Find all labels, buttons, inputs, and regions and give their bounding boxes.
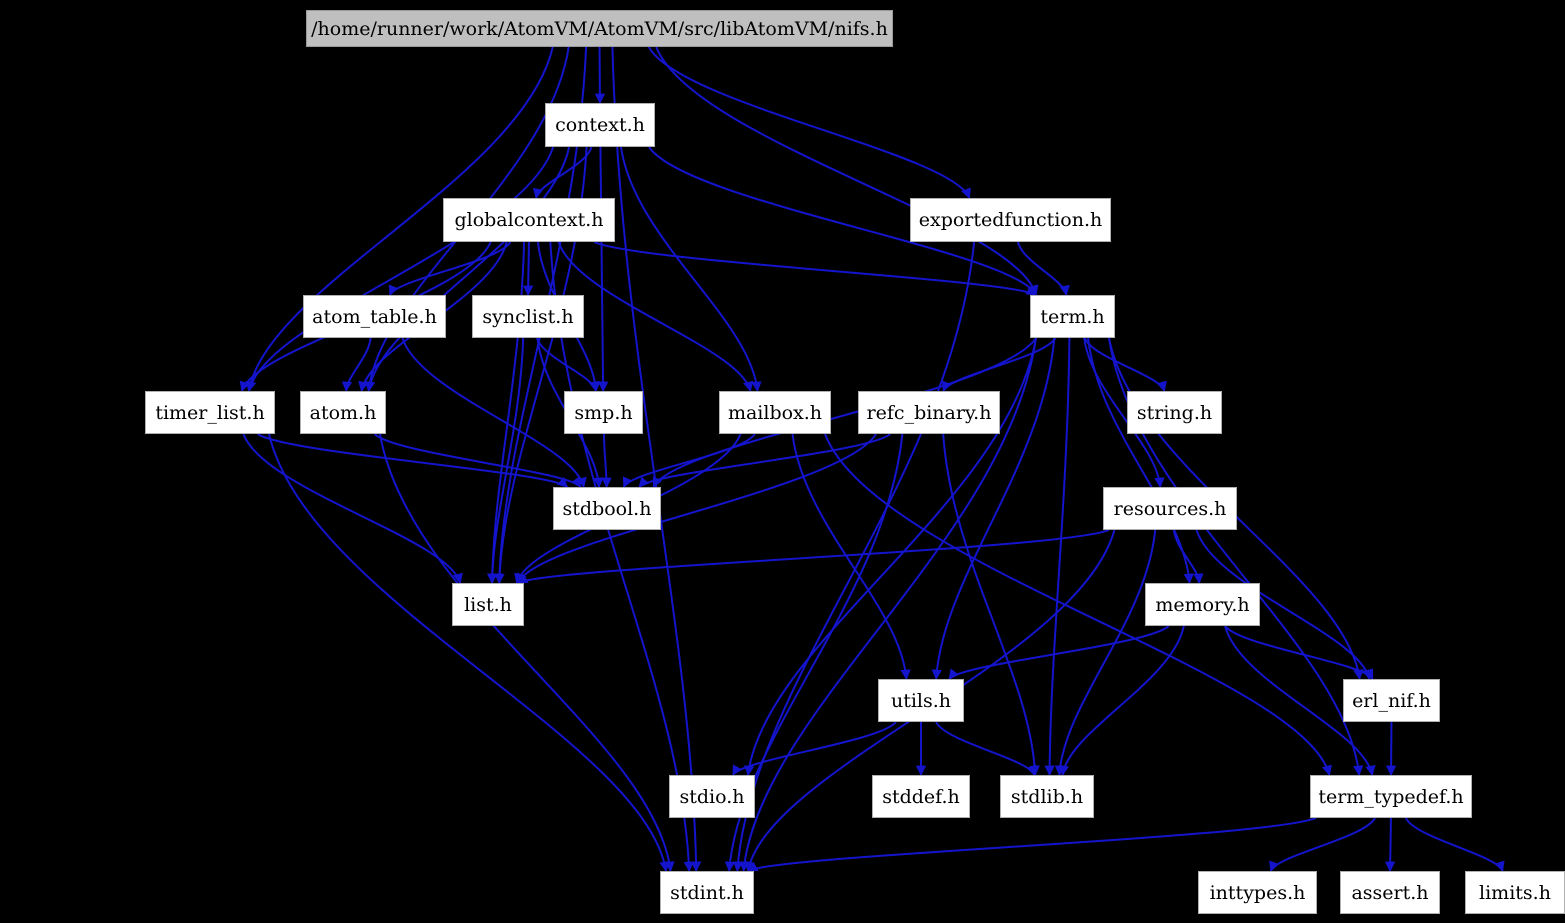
node-label-assert: assert.h: [1351, 881, 1429, 904]
node-label-inttypes: inttypes.h: [1209, 881, 1306, 904]
node-label-erl_nif: erl_nif.h: [1352, 689, 1431, 712]
node-root[interactable]: /home/runner/work/AtomVM/AtomVM/src/libA…: [306, 10, 893, 47]
node-utils[interactable]: utils.h: [878, 679, 964, 722]
node-stdbool[interactable]: stdbool.h: [553, 487, 661, 530]
node-memory[interactable]: memory.h: [1145, 583, 1260, 626]
node-inttypes[interactable]: inttypes.h: [1198, 871, 1317, 914]
node-exportedfunction[interactable]: exportedfunction.h: [910, 198, 1111, 242]
node-timer_list[interactable]: timer_list.h: [145, 391, 275, 434]
node-label-stdio: stdio.h: [679, 785, 745, 808]
node-label-resources: resources.h: [1113, 497, 1227, 520]
edge-memory-to-stdlib: [1058, 625, 1185, 777]
node-string[interactable]: string.h: [1127, 391, 1222, 434]
node-label-globalcontext: globalcontext.h: [454, 209, 604, 231]
node-stdint[interactable]: stdint.h: [660, 871, 754, 914]
edge-utils-to-stdlib: [935, 721, 1037, 776]
node-label-atom: atom.h: [309, 401, 377, 424]
node-term[interactable]: term.h: [1030, 295, 1115, 338]
edge-term-to-stdlib: [1044, 337, 1071, 777]
edge-term-to-memory: [1087, 337, 1194, 585]
edge-term_typedef-to-assert: [1384, 817, 1396, 873]
edge-context-to-timer_list: [246, 146, 555, 393]
node-label-atom_table: atom_table.h: [312, 305, 437, 328]
node-stddef[interactable]: stddef.h: [872, 775, 970, 818]
edge-atom_table-to-atom: [341, 337, 372, 393]
node-context[interactable]: context.h: [545, 103, 655, 147]
edge-term_typedef-to-stdint: [747, 817, 1317, 872]
node-label-timer_list: timer_list.h: [155, 401, 265, 424]
edge-context-to-atom: [364, 146, 571, 393]
edge-resources-to-stdlib: [1054, 529, 1157, 777]
node-label-stdint: stdint.h: [670, 881, 744, 904]
node-label-term_typedef: term_typedef.h: [1318, 785, 1464, 808]
node-label-smp: smp.h: [574, 401, 633, 424]
node-stdio[interactable]: stdio.h: [669, 775, 755, 818]
node-label-limits: limits.h: [1479, 881, 1551, 904]
node-label-stddef: stddef.h: [882, 785, 960, 808]
node-atom_table[interactable]: atom_table.h: [303, 295, 446, 338]
node-label-string: string.h: [1136, 401, 1213, 424]
node-label-exportedfunction: exportedfunction.h: [918, 209, 1103, 231]
node-list[interactable]: list.h: [452, 583, 524, 626]
node-synclist[interactable]: synclist.h: [472, 295, 584, 338]
edge-term_typedef-to-inttypes: [1269, 817, 1376, 872]
edge-exportedfunction-to-term: [1016, 241, 1070, 297]
node-stdlib[interactable]: stdlib.h: [1000, 775, 1094, 818]
node-term_typedef[interactable]: term_typedef.h: [1310, 775, 1472, 818]
edge-timer_list-to-stdbool: [257, 433, 569, 488]
node-label-mailbox: mailbox.h: [727, 401, 823, 424]
node-label-root: /home/runner/work/AtomVM/AtomVM/src/libA…: [311, 17, 888, 40]
node-smp[interactable]: smp.h: [564, 391, 643, 434]
edge-root-to-term: [655, 46, 1039, 297]
node-mailbox[interactable]: mailbox.h: [719, 391, 831, 434]
edge-term_typedef-to-limits: [1404, 817, 1505, 872]
node-label-context: context.h: [555, 114, 645, 136]
node-refc_binary[interactable]: refc_binary.h: [858, 391, 1000, 434]
edge-refc_binary-to-stdlib: [942, 433, 1040, 777]
node-erl_nif[interactable]: erl_nif.h: [1343, 679, 1440, 722]
node-label-memory: memory.h: [1155, 593, 1250, 616]
node-label-synclist: synclist.h: [482, 305, 574, 328]
node-label-list: list.h: [464, 593, 512, 616]
node-limits[interactable]: limits.h: [1465, 871, 1565, 914]
edge-utils-to-stdio: [732, 721, 897, 776]
node-label-term: term.h: [1040, 305, 1105, 328]
dependency-graph-canvas: /home/runner/work/AtomVM/AtomVM/src/libA…: [0, 0, 1565, 923]
node-label-stdbool: stdbool.h: [562, 497, 652, 520]
edge-context-to-mailbox: [620, 146, 762, 393]
edge-refc_binary-to-stdbool: [638, 433, 891, 488]
edge-smp-to-stdbool: [601, 433, 612, 489]
node-resources[interactable]: resources.h: [1103, 487, 1237, 530]
node-globalcontext[interactable]: globalcontext.h: [443, 198, 615, 242]
node-label-refc_binary: refc_binary.h: [866, 401, 992, 424]
node-assert[interactable]: assert.h: [1340, 871, 1440, 914]
node-label-stdlib: stdlib.h: [1010, 785, 1084, 808]
node-label-utils: utils.h: [890, 689, 952, 712]
edge-root-to-exportedfunction: [647, 46, 971, 199]
node-atom[interactable]: atom.h: [300, 391, 386, 434]
edge-globalcontext-to-synclist: [522, 241, 534, 297]
edge-context-to-smp: [597, 146, 609, 393]
